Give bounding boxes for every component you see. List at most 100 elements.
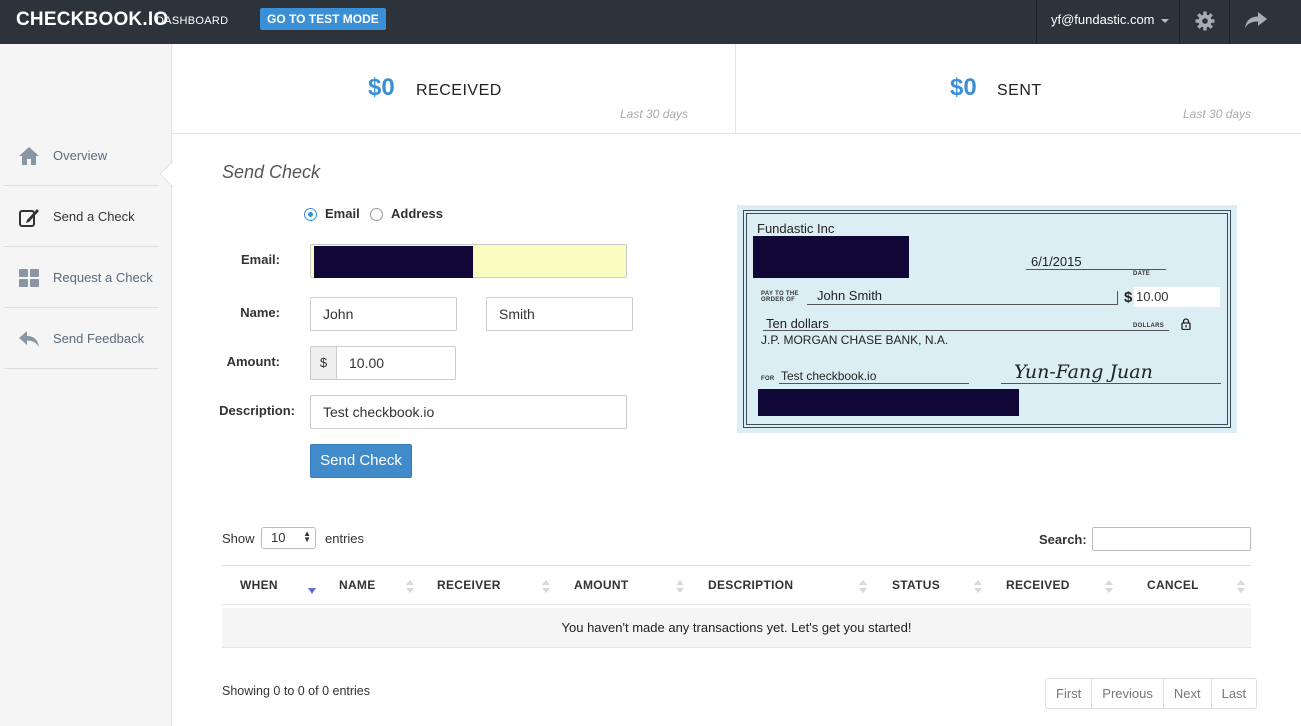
- col-received[interactable]: RECEIVED: [1006, 578, 1070, 592]
- signature-line: [1001, 383, 1221, 384]
- received-amount: $0: [368, 74, 395, 101]
- sidebar-item-label: Send Feedback: [53, 331, 145, 346]
- address-radio-label: Address: [391, 206, 444, 221]
- payee-line-end: [1117, 291, 1118, 305]
- dollar-sign: $: [1124, 289, 1133, 306]
- search-input[interactable]: [1092, 527, 1251, 551]
- currency-addon: $: [310, 346, 337, 380]
- page-previous-button[interactable]: Previous: [1092, 679, 1164, 708]
- edit-icon: [19, 209, 39, 227]
- col-name[interactable]: NAME: [339, 578, 376, 592]
- pagination: First Previous Next Last: [1045, 678, 1258, 709]
- col-amount[interactable]: AMOUNT: [574, 578, 628, 592]
- check-payer: Fundastic Inc: [757, 221, 835, 236]
- show-label: Show: [222, 531, 255, 546]
- date-caption: DATE: [1133, 271, 1151, 277]
- received-label: RECEIVED: [416, 82, 502, 99]
- sent-label: SENT: [997, 82, 1042, 99]
- for-caption: FOR: [761, 376, 775, 382]
- active-indicator: [160, 161, 174, 187]
- sort-icon: [859, 580, 867, 594]
- stepper-arrows-icon: ▲ ▼: [303, 529, 311, 544]
- payee-line: [807, 304, 1117, 305]
- address-radio[interactable]: [370, 208, 383, 221]
- entries-label: entries: [325, 531, 365, 546]
- check-bank: J.P. MORGAN CHASE BANK, N.A.: [761, 333, 949, 347]
- redacted-block: [314, 246, 473, 278]
- amount-words-line: [763, 330, 1169, 331]
- sort-icon: [1105, 580, 1113, 594]
- settings-button[interactable]: [1179, 0, 1229, 44]
- brand-logo[interactable]: CHECKBOOK.IO: [16, 9, 168, 31]
- page-next-button[interactable]: Next: [1164, 679, 1212, 708]
- sidebar: Overview Send a Check Request a Check Se…: [0, 44, 172, 726]
- first-name-field[interactable]: John: [310, 297, 457, 331]
- grid-icon: [19, 269, 39, 287]
- sidebar-item-overview[interactable]: Overview: [4, 125, 159, 186]
- last-name-field[interactable]: Smith: [486, 297, 633, 331]
- dashboard-label: DASHBOARD: [156, 15, 229, 27]
- description-label: Description:: [219, 403, 295, 418]
- gear-icon: [1195, 11, 1215, 31]
- check-amount-words: Ten dollars: [766, 316, 829, 331]
- sidebar-item-label: Request a Check: [53, 270, 153, 285]
- page-last-button[interactable]: Last: [1212, 679, 1257, 708]
- sidebar-item-request-check[interactable]: Request a Check: [4, 247, 159, 308]
- check-preview: Fundastic Inc 6/1/2015 DATE PAY TO THE O…: [737, 205, 1237, 433]
- received-period: Last 30 days: [620, 107, 689, 121]
- sort-icon: [1237, 580, 1245, 594]
- check-payee: John Smith: [817, 288, 883, 303]
- email-radio-label: Email: [325, 206, 360, 221]
- received-stat: $0 RECEIVED Last 30 days: [172, 44, 736, 134]
- email-radio[interactable]: [304, 208, 317, 221]
- sort-icon: [542, 580, 550, 594]
- test-mode-button[interactable]: GO TO TEST MODE: [260, 8, 386, 30]
- memo-line: [779, 383, 969, 384]
- amount-label: Amount:: [226, 354, 280, 369]
- description-field[interactable]: Test checkbook.io: [310, 395, 627, 429]
- order-of-caption: ORDER OF: [761, 297, 796, 303]
- check-memo: Test checkbook.io: [781, 369, 877, 383]
- email-label: Email:: [240, 252, 280, 267]
- table-info: Showing 0 to 0 of 0 entries: [222, 684, 371, 698]
- table-header: WHEN NAME RECEIVER AMOUNT DESCRIPTION ST…: [222, 565, 1251, 605]
- empty-table-message: You haven't made any transactions yet. L…: [222, 608, 1251, 648]
- col-when[interactable]: WHEN: [240, 578, 278, 592]
- sidebar-item-send-feedback[interactable]: Send Feedback: [4, 308, 159, 369]
- dollars-caption: DOLLARS: [1133, 323, 1165, 329]
- share-icon: [1245, 12, 1267, 28]
- sent-stat: $0 SENT Last 30 days: [736, 44, 1301, 134]
- check-date: 6/1/2015: [1031, 254, 1082, 269]
- caret-down-icon: [1160, 18, 1169, 23]
- sidebar-item-label: Overview: [53, 148, 108, 163]
- col-cancel[interactable]: CANCEL: [1147, 578, 1199, 592]
- user-email: yf@fundastic.com: [1051, 12, 1155, 27]
- sent-period: Last 30 days: [1183, 107, 1252, 121]
- sent-amount: $0: [950, 74, 977, 101]
- redacted-block: [753, 236, 909, 278]
- sidebar-item-send-check[interactable]: Send a Check: [4, 186, 159, 247]
- home-icon: [19, 147, 39, 165]
- entries-value: 10: [271, 530, 286, 545]
- form-title: Send Check: [222, 162, 321, 182]
- col-status[interactable]: STATUS: [892, 578, 940, 592]
- share-button[interactable]: [1229, 0, 1301, 44]
- search-label: Search:: [1039, 532, 1087, 547]
- sort-icon: [676, 580, 684, 594]
- sidebar-item-label: Send a Check: [53, 209, 135, 224]
- sort-desc-icon: [308, 588, 316, 594]
- lock-icon: [1181, 318, 1191, 330]
- email-field[interactable]: [310, 244, 627, 278]
- col-description[interactable]: DESCRIPTION: [708, 578, 793, 592]
- col-receiver[interactable]: RECEIVER: [437, 578, 501, 592]
- user-menu[interactable]: yf@fundastic.com: [1036, 0, 1179, 44]
- entries-select[interactable]: 10 ▲ ▼: [261, 527, 316, 549]
- amount-field[interactable]: 10.00: [336, 346, 456, 380]
- date-line: [1026, 269, 1166, 270]
- check-amount: 10.00: [1134, 287, 1220, 307]
- top-navbar: CHECKBOOK.IO DASHBOARD GO TO TEST MODE y…: [0, 0, 1301, 44]
- page-first-button[interactable]: First: [1046, 679, 1093, 708]
- send-check-button[interactable]: Send Check: [310, 444, 412, 478]
- name-label: Name:: [240, 305, 280, 320]
- sort-icon: [974, 580, 982, 594]
